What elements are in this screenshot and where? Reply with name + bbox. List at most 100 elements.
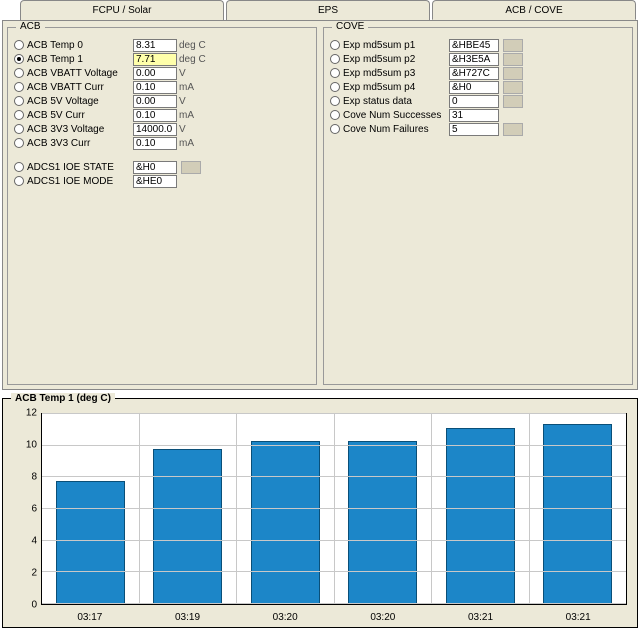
- group-title: COVE: [332, 21, 368, 32]
- telemetry-value[interactable]: 31: [449, 109, 499, 122]
- chart-ytick: 10: [3, 440, 37, 451]
- telemetry-value[interactable]: &H727C: [449, 67, 499, 80]
- radio-icon[interactable]: [330, 110, 340, 120]
- tab-panel-acb-cove: ACB ACB Temp 08.31deg CACB Temp 17.71deg…: [2, 20, 638, 390]
- chart-xtick: 03:19: [148, 612, 228, 623]
- tab-label: ACB / COVE: [505, 5, 562, 16]
- telemetry-row: ADCS1 IOE STATE&H0: [14, 160, 310, 174]
- telemetry-value[interactable]: 0.10: [133, 81, 177, 94]
- radio-icon[interactable]: [14, 110, 24, 120]
- chart-bar: [348, 441, 417, 604]
- telemetry-row: ADCS1 IOE MODE&HE0: [14, 174, 310, 188]
- radio-icon[interactable]: [14, 124, 24, 134]
- telemetry-row: ACB Temp 08.31deg C: [14, 38, 310, 52]
- chart-xtick: 03:21: [538, 612, 618, 623]
- telemetry-row: ACB 5V Curr0.10mA: [14, 108, 310, 122]
- tab-acb-cove[interactable]: ACB / COVE: [432, 0, 636, 20]
- radio-icon[interactable]: [14, 138, 24, 148]
- radio-icon[interactable]: [330, 124, 340, 134]
- chart-ytick: 6: [3, 504, 37, 515]
- chart-bar-cell: [530, 414, 627, 604]
- telemetry-label: ACB 3V3 Curr: [27, 138, 133, 149]
- telemetry-label: ACB VBATT Curr: [27, 82, 133, 93]
- telemetry-value[interactable]: 0.00: [133, 67, 177, 80]
- telemetry-label: Cove Num Successes: [343, 110, 449, 121]
- chart-acb-temp1: ACB Temp 1 (deg C) 02468101203:1703:1903…: [2, 398, 638, 628]
- telemetry-value[interactable]: &H0: [133, 161, 177, 174]
- tab-label: EPS: [318, 5, 338, 16]
- chart-ytick: 8: [3, 472, 37, 483]
- chart-ytick: 12: [3, 408, 37, 419]
- radio-icon[interactable]: [330, 54, 340, 64]
- telemetry-label: Exp md5sum p3: [343, 68, 449, 79]
- radio-icon[interactable]: [14, 40, 24, 50]
- telemetry-label: Exp status data: [343, 96, 449, 107]
- telemetry-row: ACB 5V Voltage0.00V: [14, 94, 310, 108]
- radio-icon[interactable]: [14, 68, 24, 78]
- radio-icon[interactable]: [330, 82, 340, 92]
- chart-bar: [446, 428, 515, 604]
- telemetry-value[interactable]: 5: [449, 123, 499, 136]
- chart-bar-cell: [432, 414, 530, 604]
- telemetry-label: ACB Temp 0: [27, 40, 133, 51]
- telemetry-value[interactable]: 0.10: [133, 137, 177, 150]
- chart-xtick: 03:20: [343, 612, 423, 623]
- telemetry-row: Exp md5sum p2&H3E5A: [330, 52, 626, 66]
- chart-xtick: 03:17: [50, 612, 130, 623]
- telemetry-row: Cove Num Failures5: [330, 122, 626, 136]
- telemetry-unit: mA: [179, 82, 209, 93]
- chart-xtick: 03:21: [441, 612, 521, 623]
- color-swatch: [503, 81, 523, 94]
- radio-icon[interactable]: [14, 82, 24, 92]
- telemetry-row: Cove Num Successes31: [330, 108, 626, 122]
- telemetry-value[interactable]: 8.31: [133, 39, 177, 52]
- chart-bar-cell: [237, 414, 335, 604]
- telemetry-unit: V: [179, 96, 209, 107]
- telemetry-label: Exp md5sum p4: [343, 82, 449, 93]
- telemetry-value[interactable]: 0: [449, 95, 499, 108]
- radio-icon[interactable]: [14, 96, 24, 106]
- chart-bar-cell: [140, 414, 238, 604]
- tab-eps[interactable]: EPS: [226, 0, 430, 20]
- chart-ytick: 2: [3, 568, 37, 579]
- chart-title: ACB Temp 1 (deg C): [11, 393, 115, 404]
- telemetry-value[interactable]: &HBE45: [449, 39, 499, 52]
- chart-bar-cell: [42, 414, 140, 604]
- telemetry-value[interactable]: 0.00: [133, 95, 177, 108]
- telemetry-label: ACB 5V Voltage: [27, 96, 133, 107]
- color-swatch: [503, 95, 523, 108]
- telemetry-unit: deg C: [179, 40, 209, 51]
- telemetry-value[interactable]: 0.10: [133, 109, 177, 122]
- telemetry-value[interactable]: 7.71: [133, 53, 177, 66]
- radio-icon[interactable]: [14, 176, 24, 186]
- telemetry-row: ACB VBATT Voltage0.00V: [14, 66, 310, 80]
- radio-icon[interactable]: [330, 40, 340, 50]
- chart-ytick: 4: [3, 536, 37, 547]
- radio-icon[interactable]: [14, 54, 24, 64]
- telemetry-label: ACB 5V Curr: [27, 110, 133, 121]
- color-swatch: [503, 67, 523, 80]
- chart-bar-cell: [335, 414, 433, 604]
- group-acb: ACB ACB Temp 08.31deg CACB Temp 17.71deg…: [7, 27, 317, 385]
- telemetry-label: Exp md5sum p2: [343, 54, 449, 65]
- group-title: ACB: [16, 21, 45, 32]
- tab-fcpu-solar[interactable]: FCPU / Solar: [20, 0, 224, 20]
- telemetry-row: Exp md5sum p3&H727C: [330, 66, 626, 80]
- radio-icon[interactable]: [330, 96, 340, 106]
- telemetry-label: ADCS1 IOE STATE: [27, 162, 133, 173]
- telemetry-label: ACB VBATT Voltage: [27, 68, 133, 79]
- telemetry-value[interactable]: &H0: [449, 81, 499, 94]
- telemetry-value[interactable]: &HE0: [133, 175, 177, 188]
- telemetry-unit: deg C: [179, 54, 209, 65]
- telemetry-value[interactable]: &H3E5A: [449, 53, 499, 66]
- telemetry-label: Cove Num Failures: [343, 124, 449, 135]
- radio-icon[interactable]: [14, 162, 24, 172]
- group-cove: COVE Exp md5sum p1&HBE45Exp md5sum p2&H3…: [323, 27, 633, 385]
- telemetry-value[interactable]: 14000.0: [133, 123, 177, 136]
- color-swatch: [181, 161, 201, 174]
- telemetry-row: Exp md5sum p1&HBE45: [330, 38, 626, 52]
- radio-icon[interactable]: [330, 68, 340, 78]
- telemetry-row: ACB Temp 17.71deg C: [14, 52, 310, 66]
- telemetry-unit: mA: [179, 138, 209, 149]
- chart-ytick: 0: [3, 600, 37, 611]
